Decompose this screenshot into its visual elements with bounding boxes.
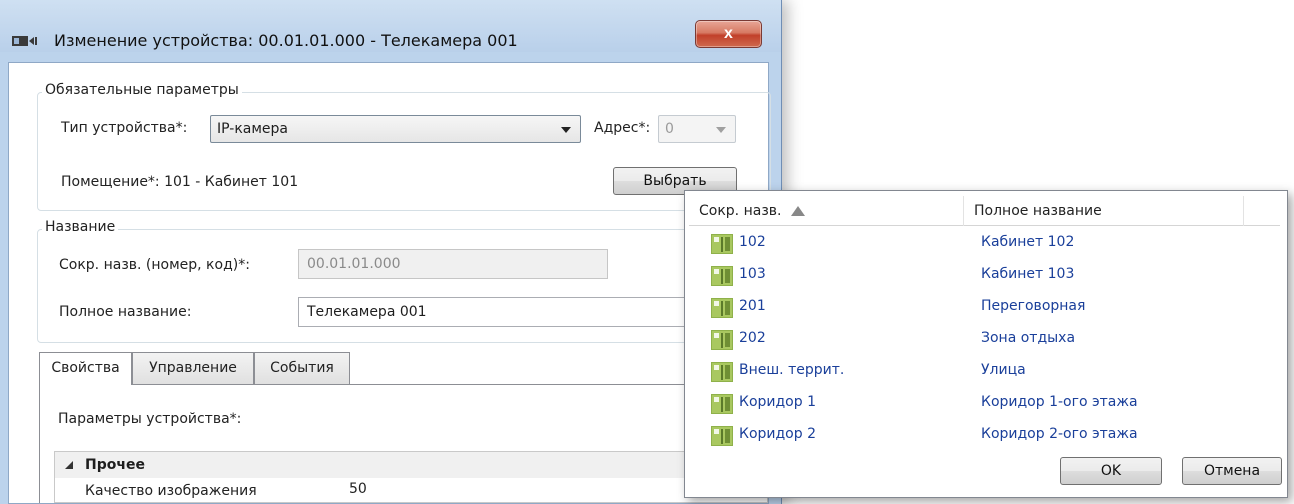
column-header-full-label: Полное название — [974, 203, 1102, 219]
room-row[interactable]: 103 Кабинет 103 — [689, 260, 1280, 292]
room-short-name: 103 — [739, 266, 766, 282]
room-icon — [711, 394, 733, 414]
device-type-value: IP-камера — [217, 121, 288, 137]
room-full-name: Кабинет 102 — [981, 234, 1075, 250]
room-short-name: 201 — [739, 298, 766, 314]
column-header-short-label: Сокр. назв. — [699, 203, 782, 219]
cancel-button[interactable]: Отмена — [1182, 457, 1282, 485]
address-select[interactable]: 0 — [658, 115, 736, 143]
chevron-down-icon — [561, 127, 571, 133]
device-params-label: Параметры устройства*: — [58, 411, 242, 427]
collapse-triangle-icon[interactable] — [65, 461, 73, 469]
room-icon — [711, 298, 733, 318]
property-category-label: Прочее — [85, 457, 145, 473]
quality-label: Качество изображения — [85, 483, 257, 499]
close-button[interactable]: x — [695, 20, 762, 48]
title-bar[interactable]: Изменение устройства: 00.01.01.000 - Тел… — [0, 0, 781, 52]
window-client-area: Обязательные параметры Тип устройства*: … — [8, 62, 771, 504]
property-grid: Прочее Качество изображения 50 — [54, 451, 768, 503]
address-value: 0 — [665, 121, 674, 137]
room-row[interactable]: 102 Кабинет 102 — [689, 228, 1280, 260]
room-full-name: Улица — [981, 362, 1026, 378]
window-title: Изменение устройства: 00.01.01.000 - Тел… — [54, 31, 518, 50]
room-row[interactable]: Коридор 2 Коридор 2-ого этажа — [689, 420, 1280, 452]
column-header-full[interactable]: Полное название — [964, 196, 1244, 226]
required-params-title: Обязательные параметры — [42, 82, 242, 98]
room-row[interactable]: 201 Переговорная — [689, 292, 1280, 324]
device-edit-window: Изменение устройства: 00.01.01.000 - Тел… — [0, 0, 782, 504]
device-type-label: Тип устройства*: — [61, 120, 188, 136]
room-full-name: Кабинет 103 — [981, 266, 1075, 282]
room-full-name: Зона отдыха — [981, 330, 1076, 346]
room-full-name: Коридор 2-ого этажа — [981, 426, 1138, 442]
room-icon — [711, 266, 733, 286]
quality-value[interactable]: 50 — [349, 481, 367, 497]
column-header-short[interactable]: Сокр. назв. — [689, 196, 964, 226]
short-name-label: Сокр. назв. (номер, код)*: — [59, 257, 250, 273]
room-full-name: Переговорная — [981, 298, 1086, 314]
tab-control[interactable]: Управление — [132, 352, 254, 384]
room-short-name: 102 — [739, 234, 766, 250]
room-short-name: 202 — [739, 330, 766, 346]
full-name-input[interactable]: Телекамера 001 — [298, 297, 698, 327]
list-header: Сокр. назв. Полное название — [689, 196, 1280, 226]
room-icon — [711, 234, 733, 254]
room-icon — [711, 426, 733, 446]
room-full-name: Коридор 1-ого этажа — [981, 394, 1138, 410]
room-picker-popup: Сокр. назв. Полное название 102 Кабинет 1… — [684, 190, 1288, 498]
name-group-title: Название — [42, 219, 119, 235]
short-name-input[interactable]: 00.01.01.000 — [298, 249, 608, 279]
room-label: Помещение*: 101 - Кабинет 101 — [61, 174, 299, 190]
room-icon — [711, 362, 733, 382]
tab-events[interactable]: События — [254, 352, 350, 384]
device-type-select[interactable]: IP-камера — [210, 115, 581, 143]
chevron-down-icon — [716, 127, 726, 133]
camera-icon — [12, 36, 37, 46]
sort-ascending-icon — [791, 206, 806, 216]
room-row[interactable]: Внеш. террит. Улица — [689, 356, 1280, 388]
property-category[interactable]: Прочее — [55, 452, 767, 478]
room-row[interactable]: 202 Зона отдыха — [689, 324, 1280, 356]
room-short-name: Коридор 1 — [739, 394, 816, 410]
tab-panel-properties: Параметры устройства*: Прочее Качество и… — [39, 384, 768, 503]
room-row[interactable]: Коридор 1 Коридор 1-ого этажа — [689, 388, 1280, 420]
room-short-name: Коридор 2 — [739, 426, 816, 442]
address-label: Адрес*: — [594, 120, 651, 136]
room-icon — [711, 330, 733, 350]
ok-button[interactable]: OK — [1060, 457, 1162, 485]
full-name-label: Полное название: — [59, 304, 192, 320]
tab-properties[interactable]: Свойства — [39, 352, 132, 385]
room-short-name: Внеш. террит. — [739, 362, 845, 378]
